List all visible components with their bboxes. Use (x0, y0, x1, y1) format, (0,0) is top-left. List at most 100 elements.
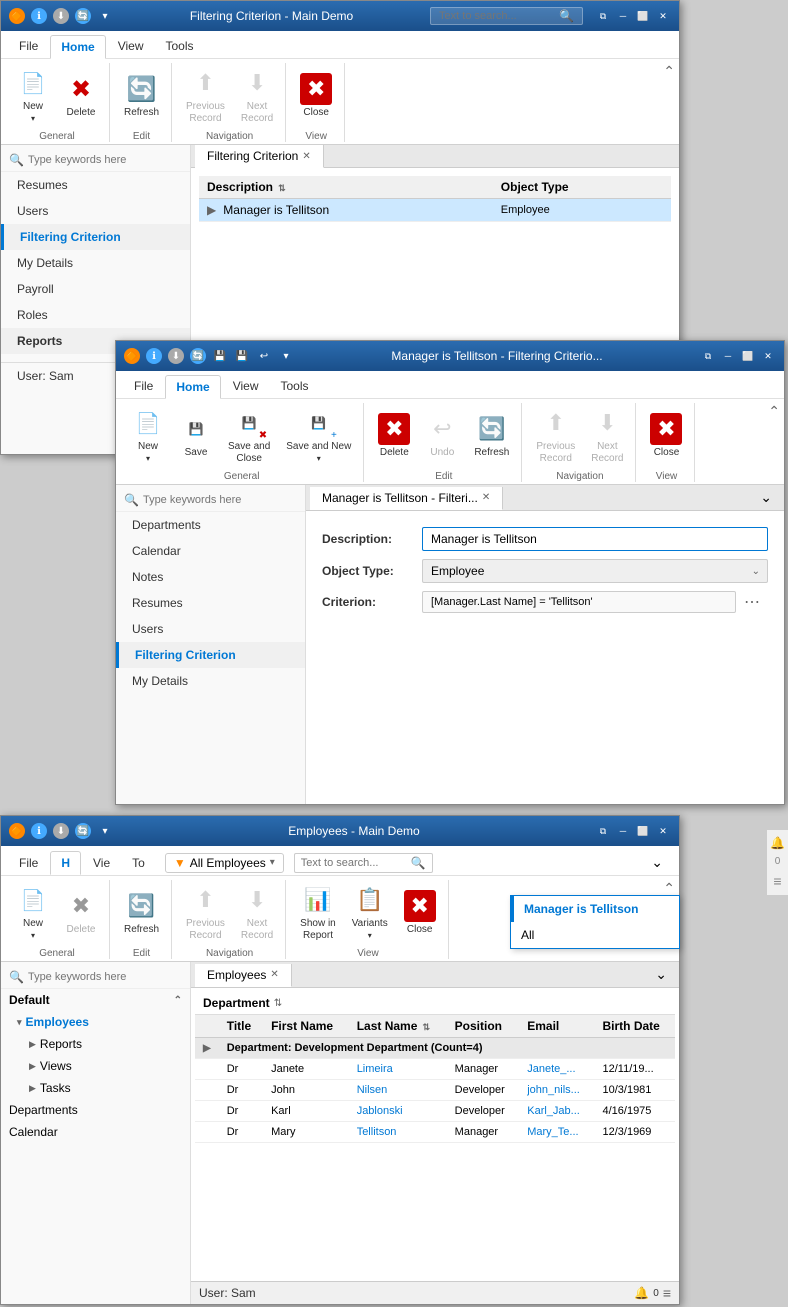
minimize-btn-2[interactable]: ─ (720, 348, 736, 364)
maximize-btn-2[interactable]: ⧉ (700, 348, 716, 364)
menu-file-2[interactable]: File (124, 375, 163, 398)
minimize-btn[interactable]: ─ (615, 8, 631, 24)
col-firstname[interactable]: First Name (263, 1015, 349, 1038)
group-expand[interactable]: ▶ (203, 1043, 211, 1054)
filter-dropdown-arrow[interactable]: ▾ (270, 857, 275, 868)
tab-filter-detail[interactable]: Manager is Tellitson - Filteri... ✕ (310, 487, 503, 510)
refresh-btn-2[interactable]: 🔄 Refresh (468, 409, 515, 463)
bell-icon-right[interactable]: 🔔 (770, 836, 785, 850)
tree-departments[interactable]: Departments (1, 1099, 190, 1121)
refresh-icon-3[interactable]: 🔄 (75, 823, 91, 839)
tree-employees[interactable]: ▾ Employees (1, 1011, 190, 1033)
pin-icon-2[interactable]: ▾ (278, 348, 294, 364)
save-icon-2[interactable]: 💾 (212, 348, 228, 364)
close-view-btn[interactable]: ✖ Close (294, 69, 338, 123)
menu-collapse[interactable]: ⌄ (643, 850, 671, 875)
table-row[interactable]: Dr Janete Limeira Manager Janete_... 12/… (195, 1059, 675, 1080)
refresh-btn-3[interactable]: 🔄 Refresh (118, 886, 165, 940)
table-row[interactable]: Dr Karl Jablonski Developer Karl_Jab... … (195, 1101, 675, 1122)
description-input[interactable] (422, 527, 768, 551)
ribbon-collapse-btn[interactable] (663, 63, 675, 80)
cloud-icon-2[interactable]: 💾 (234, 348, 250, 364)
sidebar-item-filtering-2[interactable]: Filtering Criterion (116, 642, 305, 668)
sidebar-search-input-3[interactable] (28, 971, 168, 983)
save-new-btn[interactable]: 💾+ Save and New▾ (280, 403, 357, 469)
close-btn[interactable]: ✕ (655, 8, 671, 24)
undo-icon-2[interactable]: ↩ (256, 348, 272, 364)
filter-select-bar[interactable]: ▼ All Employees ▾ (165, 853, 284, 873)
sidebar-item-payroll[interactable]: Payroll (1, 276, 190, 302)
save-close-btn[interactable]: 💾✖ Save andClose (222, 403, 276, 469)
tab-filtering[interactable]: Filtering Criterion ✕ (195, 145, 324, 168)
sidebar-item-dept[interactable]: Departments (116, 512, 305, 538)
default-collapse[interactable]: ⌃ (174, 995, 182, 1006)
sidebar-item-mydetails[interactable]: My Details (1, 250, 190, 276)
col-lastname[interactable]: Last Name ⇅ (349, 1015, 447, 1038)
table-row[interactable]: Dr John Nilsen Developer john_nils... 10… (195, 1080, 675, 1101)
menu-tools-3[interactable]: To (122, 852, 155, 874)
show-report-btn[interactable]: 📊 Show inReport (294, 880, 342, 946)
tree-calendar[interactable]: Calendar (1, 1121, 190, 1143)
tab-close-btn-3[interactable]: ✕ (270, 969, 278, 980)
menu-file-3[interactable]: File (9, 852, 48, 874)
restore-btn-3[interactable]: ⬜ (635, 823, 651, 839)
menu-icon-right[interactable]: ≡ (773, 873, 781, 889)
tree-tasks[interactable]: ▶ Tasks (1, 1077, 190, 1099)
refresh-icon-2[interactable]: 🔄 (190, 348, 206, 364)
maximize-btn[interactable]: ⧉ (595, 8, 611, 24)
delete-btn-2[interactable]: ✖ Delete (372, 409, 416, 463)
delete-btn[interactable]: ✖ Delete (59, 69, 103, 123)
menu-file[interactable]: File (9, 35, 48, 58)
tab-close-btn[interactable]: ✕ (302, 151, 310, 162)
tab-employees[interactable]: Employees ✕ (195, 964, 292, 987)
refresh-icon[interactable]: 🔄 (75, 8, 91, 24)
new-btn[interactable]: 📄 New▾ (11, 63, 55, 129)
close-btn-view-3[interactable]: ✖ Close (398, 886, 442, 940)
dept-col-header[interactable]: Department (203, 996, 270, 1010)
pin-icon[interactable]: ▾ (97, 8, 113, 24)
table-row[interactable]: Dr Mary Tellitson Manager Mary_Te... 12/… (195, 1122, 675, 1143)
menu-tools[interactable]: Tools (155, 35, 203, 58)
objecttype-select[interactable]: Employee (422, 559, 768, 583)
menu-view[interactable]: View (108, 35, 154, 58)
tab-dropdown-btn[interactable]: ⌄ (752, 485, 780, 510)
arrow-icon[interactable]: ⬇ (53, 8, 69, 24)
arrow-icon-2[interactable]: ⬇ (168, 348, 184, 364)
criterion-input[interactable] (422, 591, 736, 613)
sidebar-item-filtering[interactable]: Filtering Criterion (1, 224, 190, 250)
arrow-icon-3[interactable]: ⬇ (53, 823, 69, 839)
sidebar-item-users-2[interactable]: Users (116, 616, 305, 642)
col-email[interactable]: Email (519, 1015, 594, 1038)
maximize-btn-3[interactable]: ⧉ (595, 823, 611, 839)
tree-reports[interactable]: ▶ Reports (1, 1033, 190, 1055)
ribbon-collapse-btn-2[interactable] (768, 403, 780, 420)
menu-home-2[interactable]: Home (165, 375, 220, 399)
restore-btn-2[interactable]: ⬜ (740, 348, 756, 364)
menu-home[interactable]: Home (50, 35, 105, 59)
sidebar-item-mydetails-2[interactable]: My Details (116, 668, 305, 694)
tab-dropdown-3[interactable]: ⌄ (647, 962, 675, 987)
tree-default[interactable]: Default ⌃ (1, 989, 190, 1011)
new-btn-3[interactable]: 📄 New▾ (11, 880, 55, 946)
variants-btn[interactable]: 📋 Variants▾ (346, 880, 394, 946)
info-icon[interactable]: ℹ (31, 8, 47, 24)
sidebar-item-calendar[interactable]: Calendar (116, 538, 305, 564)
table-row[interactable]: ▶ Manager is Tellitson Employee (199, 199, 671, 222)
new-btn-2[interactable]: 📄 New▾ (126, 403, 170, 469)
restore-btn[interactable]: ⬜ (635, 8, 651, 24)
menu-home-3[interactable]: H (50, 851, 81, 875)
col-title[interactable]: Title (219, 1015, 263, 1038)
minimize-btn-3[interactable]: ─ (615, 823, 631, 839)
criterion-more-btn[interactable]: ⋯ (736, 592, 768, 612)
sidebar-item-roles[interactable]: Roles (1, 302, 190, 328)
tab-close-btn-2[interactable]: ✕ (482, 492, 490, 503)
sidebar-search-input-2[interactable] (143, 494, 283, 506)
dept-sort-icon[interactable]: ⇅ (274, 998, 282, 1009)
sidebar-item-users[interactable]: Users (1, 198, 190, 224)
sidebar-item-resumes[interactable]: Resumes (1, 172, 190, 198)
col-position[interactable]: Position (447, 1015, 520, 1038)
save-btn[interactable]: 💾 Save (174, 409, 218, 463)
sidebar-item-notes[interactable]: Notes (116, 564, 305, 590)
menu-view-2[interactable]: View (223, 375, 269, 398)
menu-icon-status[interactable]: ≡ (663, 1285, 671, 1301)
